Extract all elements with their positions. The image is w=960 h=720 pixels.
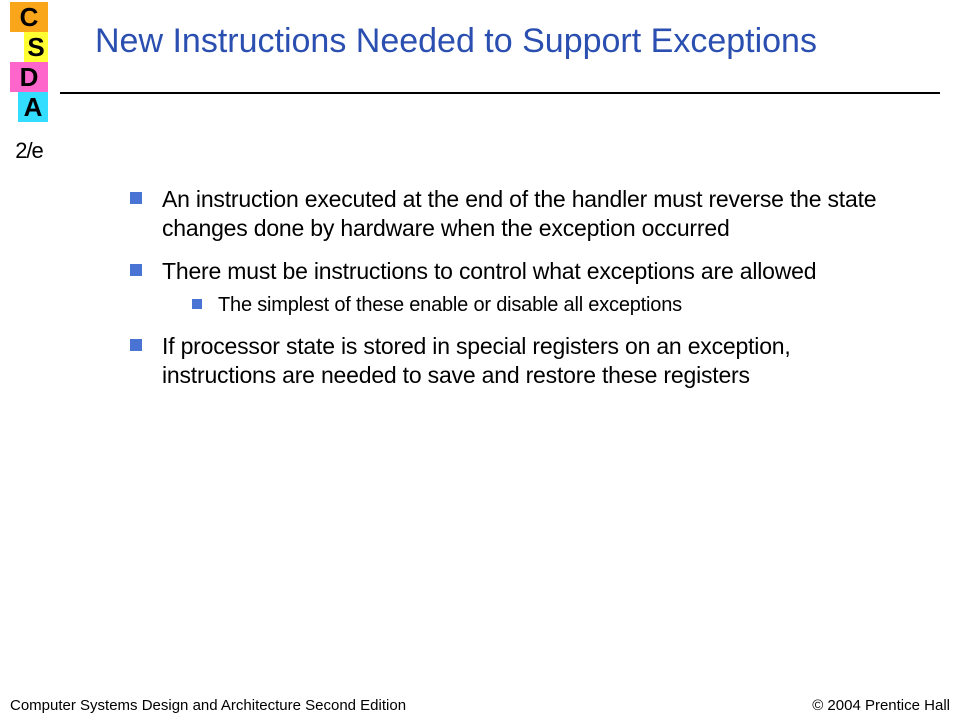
slide-title: New Instructions Needed to Support Excep… (95, 22, 930, 61)
sub-bullet-text: The simplest of these enable or disable … (218, 294, 682, 316)
sub-bullet-item: The simplest of these enable or disable … (192, 293, 890, 318)
slide-body: An instruction executed at the end of th… (130, 185, 890, 404)
logo-letter-d: D (10, 62, 48, 92)
book-logo: C S D A 2/e (10, 2, 48, 162)
bullet-item: There must be instructions to control wh… (130, 257, 890, 319)
title-underline (60, 92, 940, 94)
slide: C S D A 2/e New Instructions Needed to S… (0, 0, 960, 720)
logo-letter-c: C (10, 2, 48, 32)
bullet-item: If processor state is stored in special … (130, 332, 890, 390)
bullet-list: An instruction executed at the end of th… (130, 185, 890, 390)
logo-letter-a: A (18, 92, 48, 122)
bullet-text: There must be instructions to control wh… (162, 258, 816, 284)
bullet-text: If processor state is stored in special … (162, 333, 791, 388)
bullet-item: An instruction executed at the end of th… (130, 185, 890, 243)
footer-right: © 2004 Prentice Hall (812, 697, 950, 714)
footer-left: Computer Systems Design and Architecture… (10, 697, 406, 714)
logo-edition: 2/e (10, 140, 48, 162)
bullet-text: An instruction executed at the end of th… (162, 186, 876, 241)
footer: Computer Systems Design and Architecture… (10, 697, 950, 714)
logo-letter-s: S (24, 32, 48, 62)
sub-bullet-list: The simplest of these enable or disable … (162, 293, 890, 318)
